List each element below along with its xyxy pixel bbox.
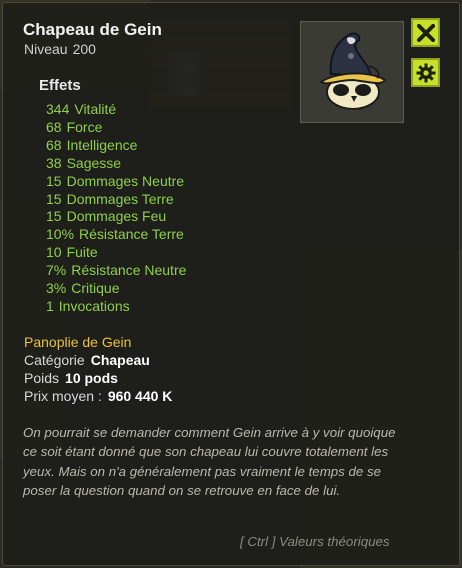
- effects-list: 344 Vitalité 68 Force 68 Intelligence 38 Sagess…: [46, 101, 186, 316]
- item-level: Niveau 200: [24, 41, 96, 57]
- effect-line: 15 Dommages Feu: [46, 208, 186, 226]
- effect-line: 15 Dommages Neutre: [46, 173, 186, 191]
- weight-value: 10 pods: [65, 370, 118, 386]
- effect-label: Intelligence: [66, 136, 138, 153]
- theoretical-values-hint: [ Ctrl ] Valeurs théoriques: [240, 534, 390, 549]
- effect-line: 15 Dommages Terre: [46, 191, 186, 209]
- effect-label: Résistance Terre: [79, 226, 184, 243]
- category-label: Catégorie: [24, 352, 85, 368]
- item-description: On pourrait se demander comment Gein arr…: [23, 425, 396, 498]
- effect-label: Force: [66, 118, 103, 135]
- price-row: Prix moyen : 960 440 K: [24, 388, 172, 404]
- effect-label: Critique: [71, 280, 120, 297]
- level-label: Niveau: [24, 41, 68, 57]
- category-row: Catégorie Chapeau: [24, 352, 150, 368]
- close-x-icon: [416, 23, 435, 42]
- item-image-frame: [300, 21, 404, 123]
- effect-label: Dommages Terre: [66, 190, 174, 207]
- close-button[interactable]: [411, 18, 440, 47]
- effect-value: 10%: [46, 226, 75, 243]
- effects-heading: Effets: [39, 77, 81, 94]
- effect-value: 7%: [46, 262, 67, 279]
- set-link[interactable]: Panoplie de Gein: [24, 334, 131, 350]
- effect-line: 3% Critique: [46, 280, 186, 298]
- effect-label: Invocations: [58, 297, 130, 314]
- effect-label: Sagesse: [66, 154, 122, 171]
- effect-line: 38 Sagesse: [46, 155, 186, 173]
- category-value: Chapeau: [90, 352, 150, 368]
- effect-label: Résistance Neutre: [71, 262, 187, 279]
- effect-value: 15: [46, 190, 62, 207]
- effect-line: 10% Résistance Terre: [46, 226, 186, 244]
- price-label: Prix moyen :: [24, 388, 102, 404]
- effect-line: 10 Fuite: [46, 244, 186, 262]
- effect-line: 1 Invocations: [46, 298, 186, 316]
- effect-value: 3%: [46, 280, 67, 297]
- effect-line: 68 Intelligence: [46, 137, 186, 155]
- level-value: 200: [72, 41, 96, 57]
- price-value: 960 440 K: [107, 388, 173, 404]
- effect-value: 68: [46, 118, 62, 135]
- weight-row: Poids 10 pods: [24, 370, 118, 386]
- item-tooltip: Chapeau de Gein Niveau 200 Effets 344 Vi…: [2, 2, 460, 566]
- effect-value: 10: [46, 244, 62, 261]
- effect-label: Dommages Neutre: [66, 172, 185, 189]
- item-name: Chapeau de Gein: [23, 20, 162, 39]
- witch-hat-skull-icon: [319, 32, 387, 110]
- effect-value: 15: [46, 172, 62, 189]
- effect-label: Dommages Feu: [66, 208, 167, 225]
- effect-value: 38: [46, 154, 62, 171]
- effect-value: 15: [46, 208, 62, 225]
- effect-label: Vitalité: [74, 101, 117, 117]
- effect-value: 68: [46, 136, 62, 153]
- effect-value: 344: [46, 101, 70, 117]
- effect-label: Fuite: [66, 244, 98, 261]
- weight-label: Poids: [24, 370, 60, 386]
- effect-line: 68 Force: [46, 119, 186, 137]
- effect-line: 344 Vitalité: [46, 101, 186, 119]
- effect-value: 1: [46, 297, 54, 314]
- gear-icon: [416, 63, 435, 82]
- effect-line: 7% Résistance Neutre: [46, 262, 186, 280]
- settings-button[interactable]: [411, 58, 440, 87]
